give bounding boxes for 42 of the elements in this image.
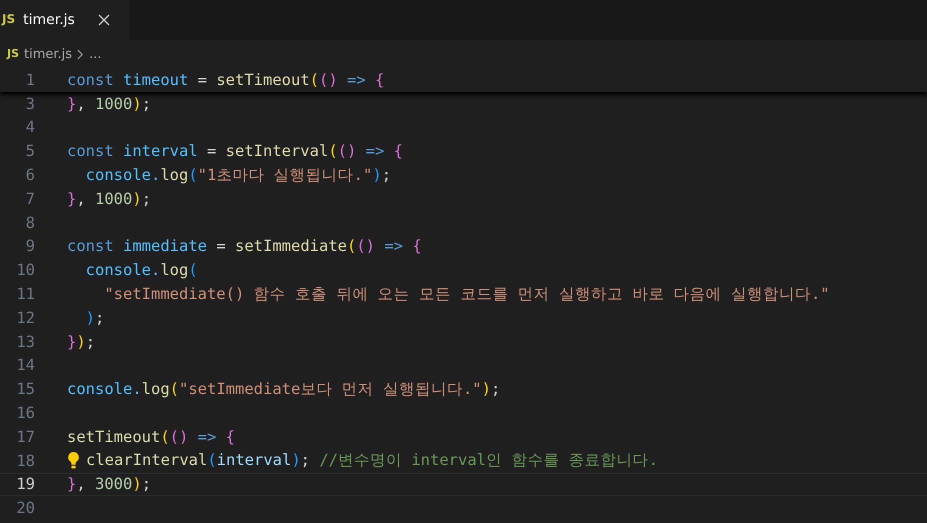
code-line: const immediate = setImmediate(() => { [67, 237, 422, 256]
code-line: ); [84, 308, 104, 327]
line-number: 8 [24, 214, 35, 232]
line-number: 13 [15, 332, 35, 351]
code-line: console.log("setImmediate보다 먼저 실행됩니다."); [67, 378, 500, 400]
javascript-file-icon: JS [2, 12, 16, 28]
code-line: }, 3000); [67, 475, 152, 494]
tab-label: timer.js [23, 12, 76, 28]
line-number: 12 [15, 308, 35, 327]
editor-tab[interactable]: JS timer.js [0, 0, 130, 40]
chevron-icon [77, 48, 84, 60]
javascript-file-icon: JS [7, 46, 20, 62]
code-line: }); [67, 332, 96, 351]
line-number: 3 [24, 94, 35, 113]
breadcrumb-item[interactable]: timer.js [24, 46, 72, 62]
line-number: 20 [15, 499, 35, 518]
code-line: "setImmediate() 함수 호출 뒤에 오는 모든 코드를 먼저 실행하고 바로 다음에 실행합니다." [103, 284, 830, 305]
line-number: 9 [24, 237, 35, 256]
code-line: }, 1000); [67, 190, 152, 208]
line-number: 10 [15, 261, 35, 280]
line-number: 7 [24, 190, 35, 208]
line-number: 17 [15, 428, 35, 446]
line-number: 16 [15, 404, 35, 422]
close-icon[interactable] [98, 14, 110, 26]
line-number: 1 [24, 70, 35, 89]
line-number: 6 [24, 166, 35, 184]
code-line: const timeout = setTimeout(() => { [67, 70, 384, 89]
line-number: 4 [24, 118, 35, 136]
line-number: 14 [15, 356, 35, 374]
lightbulb-icon[interactable] [67, 451, 80, 470]
line-number: 19 [15, 475, 35, 494]
line-number: 5 [24, 142, 35, 160]
code-line: clearInterval(interval); //변수명이 interval인 함수를 종료합니다. [86, 450, 658, 472]
line-number: 11 [15, 285, 35, 304]
code-line: }, 1000); [67, 94, 152, 113]
line-number: 15 [15, 380, 35, 398]
code-line: console.log("1초마다 실행됩니다."); [84, 164, 392, 186]
code-line: setTimeout(() => { [67, 428, 236, 446]
breadcrumb-item[interactable]: ... [89, 46, 102, 62]
code-line: console.log( [84, 261, 198, 280]
line-number: 18 [15, 452, 35, 470]
code-line: const interval = setInterval(() => { [67, 142, 403, 160]
